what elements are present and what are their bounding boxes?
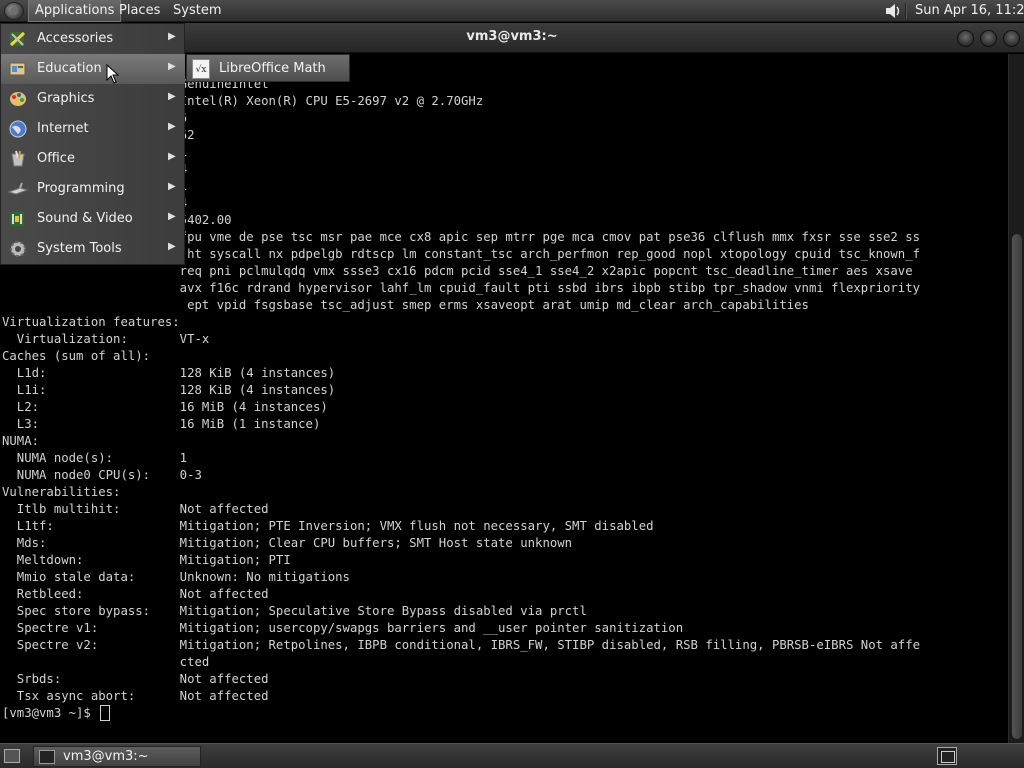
menu-item-system-tools[interactable]: System Tools ▶ — [1, 234, 185, 264]
terminal-line: NUMA: — [2, 434, 40, 448]
system-tools-gear-icon — [8, 240, 28, 258]
menu-item-programming[interactable]: Programming ▶ — [1, 174, 185, 204]
terminal-line: L2: 16 MiB (4 instances) — [2, 400, 328, 414]
gnome-foot-logo-icon[interactable] — [4, 2, 24, 20]
speaker-icon[interactable] — [884, 3, 902, 19]
terminal-line: Spectre v1: Mitigation; usercopy/swapgs … — [2, 621, 684, 635]
terminal-line: Meltdown: Mitigation; PTI — [2, 553, 291, 567]
terminal-line: Vulnerabilities: — [2, 485, 121, 499]
applications-menu[interactable]: Applications — [28, 0, 122, 22]
terminal-line: L1i: 128 KiB (4 instances) — [2, 383, 336, 397]
taskbar-label: vm3@vm3:~ — [63, 749, 149, 764]
chevron-right-icon: ▶ — [168, 181, 176, 192]
office-icon — [8, 150, 28, 168]
text-cursor — [100, 705, 111, 721]
menu-item-label: Sound & Video — [37, 211, 133, 226]
scrollbar-thumb[interactable] — [1012, 234, 1022, 739]
panel-separator — [905, 3, 907, 19]
terminal-line: NUMA node(s): 1 — [2, 451, 188, 465]
menu-item-label: Programming — [37, 181, 125, 196]
shell-prompt: [vm3@vm3 ~]$ — [2, 706, 99, 720]
chevron-right-icon: ▶ — [168, 151, 176, 162]
terminal-icon — [39, 750, 55, 764]
menu-item-label: Office — [37, 151, 75, 166]
menu-item-label: System Tools — [37, 241, 122, 256]
chevron-right-icon: ▶ — [168, 211, 176, 222]
minimize-button[interactable] — [957, 30, 974, 47]
menu-item-label: Accessories — [37, 31, 114, 46]
menu-item-accessories[interactable]: Accessories ▶ — [1, 24, 185, 54]
terminal-line: cted — [2, 655, 210, 669]
bottom-panel: vm3@vm3:~ — [0, 743, 1024, 768]
top-panel: Applications Places System Sun Apr 16, 1… — [0, 0, 1024, 22]
terminal-line: Tsx async abort: Not affected — [2, 689, 269, 703]
workspace-switcher-icon[interactable] — [937, 747, 957, 765]
libreoffice-math-icon: √x — [192, 59, 210, 79]
terminal-prompt-line[interactable]: [vm3@vm3 ~]$ — [2, 705, 1006, 722]
terminal-line: Caches (sum of all): — [2, 349, 151, 363]
close-button[interactable] — [1003, 30, 1020, 47]
system-menu[interactable]: System — [167, 0, 227, 22]
education-submenu: √x LibreOffice Math — [186, 54, 350, 82]
menu-item-label: Graphics — [37, 91, 95, 106]
terminal-line: Virtualization features: — [2, 315, 180, 329]
terminal-line: Spectre v2: Mitigation; Retpolines, IBPB… — [2, 638, 921, 652]
mouse-pointer-icon — [106, 64, 120, 84]
terminal-line: Itlb multihit: Not affected — [2, 502, 269, 516]
terminal-line: ept vpid fsgsbase tsc_adjust smep erms x… — [2, 298, 809, 312]
chevron-right-icon: ▶ — [168, 61, 176, 72]
menu-item-label: Internet — [37, 121, 89, 136]
terminal-line: L1d: 128 KiB (4 instances) — [2, 366, 336, 380]
taskbar-button-terminal[interactable]: vm3@vm3:~ — [33, 746, 201, 767]
internet-globe-icon — [8, 120, 28, 138]
maximize-button[interactable] — [980, 30, 997, 47]
education-icon — [8, 60, 28, 78]
accessories-icon — [8, 30, 28, 48]
terminal-line: L1tf: Mitigation; PTE Inversion; VMX flu… — [2, 519, 654, 533]
menu-item-sound-video[interactable]: Sound & Video ▶ — [1, 204, 185, 234]
terminal-line: Srbds: Not affected — [2, 672, 269, 686]
chevron-right-icon: ▶ — [168, 241, 176, 252]
clock[interactable]: Sun Apr 16, 11:21 — [915, 0, 1024, 22]
terminal-scrollbar[interactable] — [1008, 54, 1024, 743]
terminal-line: Spec store bypass: Mitigation; Speculati… — [2, 604, 587, 618]
terminal-line: Virtualization: VT-x — [2, 332, 210, 346]
menu-item-label: Education — [37, 61, 102, 76]
terminal-line: NUMA node0 CPU(s): 0-3 — [2, 468, 202, 482]
chevron-right-icon: ▶ — [168, 31, 176, 42]
sound-video-icon — [8, 210, 28, 228]
terminal-line: Retbleed: Not affected — [2, 587, 269, 601]
terminal-line: Mds: Mitigation; Clear CPU buffers; SMT … — [2, 536, 573, 550]
terminal-line: avx f16c rdrand hypervisor lahf_lm cpuid… — [2, 281, 921, 295]
show-desktop-icon[interactable] — [4, 749, 20, 763]
chevron-right-icon: ▶ — [168, 91, 176, 102]
menu-item-internet[interactable]: Internet ▶ — [1, 114, 185, 144]
applications-dropdown: Accessories ▶ Education ▶ Graphics ▶ Internet ▶… — [0, 23, 185, 265]
places-menu[interactable]: Places — [113, 0, 166, 22]
graphics-icon — [8, 90, 28, 108]
terminal-line: Mmio stale data: Unknown: No mitigations — [2, 570, 350, 584]
terminal-line: req pni pclmulqdq vmx ssse3 cx16 pdcm pc… — [2, 264, 913, 278]
menu-item-graphics[interactable]: Graphics ▶ — [1, 84, 185, 114]
menu-item-office[interactable]: Office ▶ — [1, 144, 185, 174]
libreoffice-math-label: LibreOffice Math — [219, 61, 326, 76]
menu-item-education[interactable]: Education ▶ — [1, 54, 185, 84]
chevron-right-icon: ▶ — [168, 121, 176, 132]
programming-icon — [7, 180, 29, 198]
terminal-line: L3: 16 MiB (1 instance) — [2, 417, 321, 431]
